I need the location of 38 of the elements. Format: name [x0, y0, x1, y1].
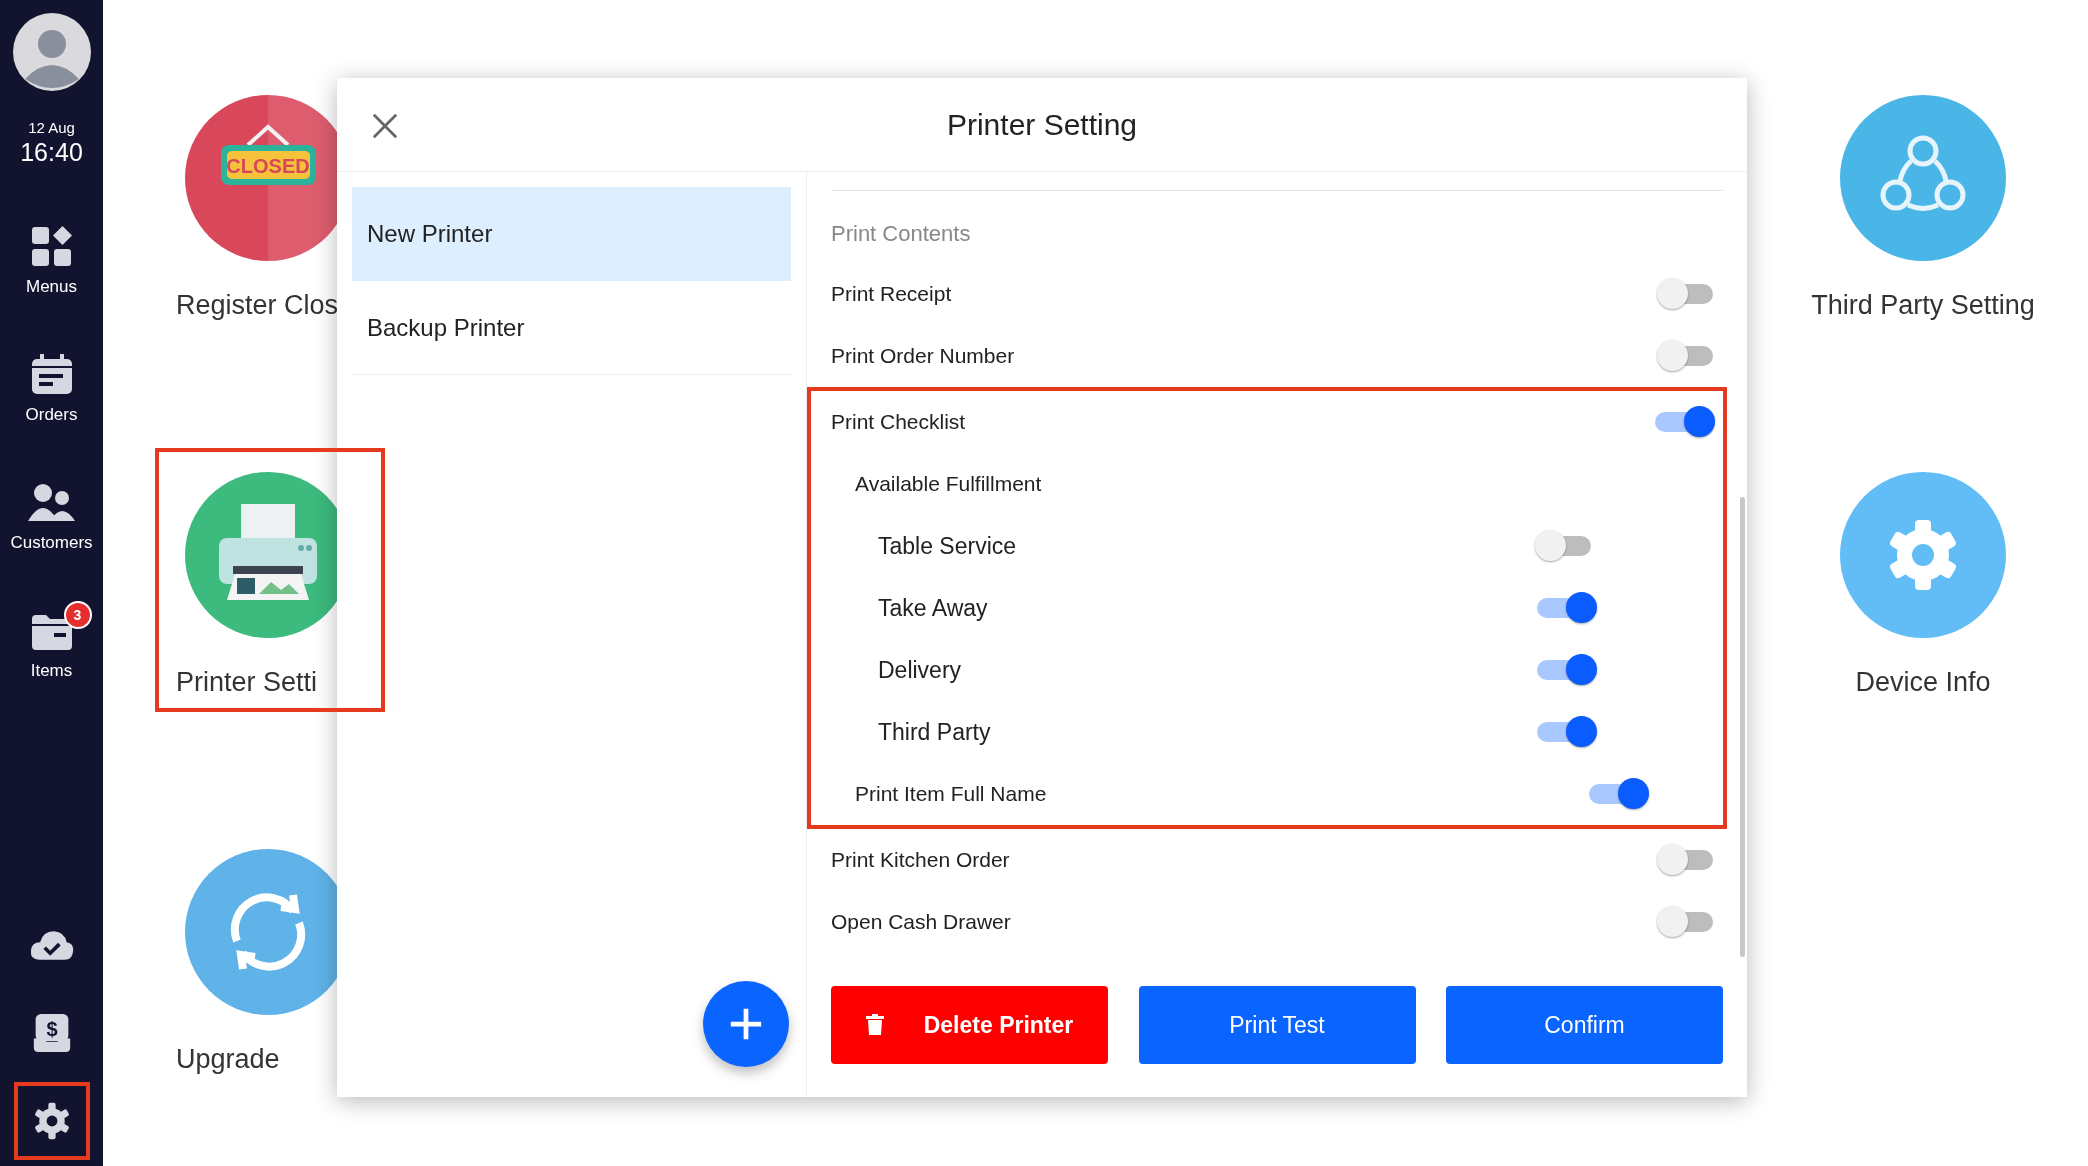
tile-label[interactable]: Third Party Setting — [1811, 290, 2035, 321]
date-label: 12 Aug — [28, 119, 75, 136]
setting-label: Print Receipt — [831, 282, 952, 306]
nav-item[interactable]: Customers — [0, 471, 115, 563]
nav-item[interactable]: 3 Items — [7, 599, 96, 691]
count-badge: 3 — [63, 601, 92, 629]
tile-label[interactable]: Device Info — [1855, 667, 1991, 698]
time-label: 16:40 — [20, 138, 83, 167]
calendar-icon — [29, 353, 74, 397]
nav-item[interactable]: Menus — [4, 215, 99, 307]
tile-label[interactable]: Printer Setti — [176, 667, 318, 698]
setting-label: Third Party — [878, 718, 991, 746]
gear-tile-icon[interactable] — [1840, 472, 2006, 638]
tile-label[interactable]: Upgrade — [176, 1044, 280, 1075]
delete-button[interactable]: Delete Printer — [831, 986, 1108, 1064]
group-heading: Available Fulfillment — [855, 472, 1042, 496]
action-button[interactable]: Print Test — [1138, 986, 1416, 1064]
trash-icon — [865, 1014, 884, 1036]
setting-label: Table Service — [878, 532, 1017, 560]
setting-label: Open Cash Drawer — [831, 910, 1011, 934]
dialog-title: Printer Setting — [946, 107, 1138, 142]
section-heading: Print Contents — [831, 221, 972, 247]
close-icon[interactable] — [371, 112, 399, 140]
grid-icon — [29, 225, 74, 269]
nav-item[interactable]: Orders — [3, 343, 100, 435]
setting-label: Delivery — [878, 656, 962, 684]
tile-label[interactable]: Register Clos — [176, 290, 339, 321]
setting-label: Print Checklist — [831, 410, 966, 434]
setting-label: Print Item Full Name — [855, 782, 1047, 806]
add-button[interactable] — [703, 981, 789, 1067]
share-tile-icon[interactable] — [1840, 95, 2006, 261]
setting-label: Take Away — [878, 594, 988, 622]
printer-list-item[interactable]: Backup Printer — [352, 281, 791, 375]
avatar-icon[interactable] — [12, 13, 91, 91]
action-button[interactable]: Confirm — [1446, 986, 1723, 1064]
setting-label: Print Order Number — [831, 344, 1015, 368]
printer-list-item[interactable]: New Printer — [352, 187, 791, 281]
setting-label: Print Kitchen Order — [831, 848, 1010, 872]
